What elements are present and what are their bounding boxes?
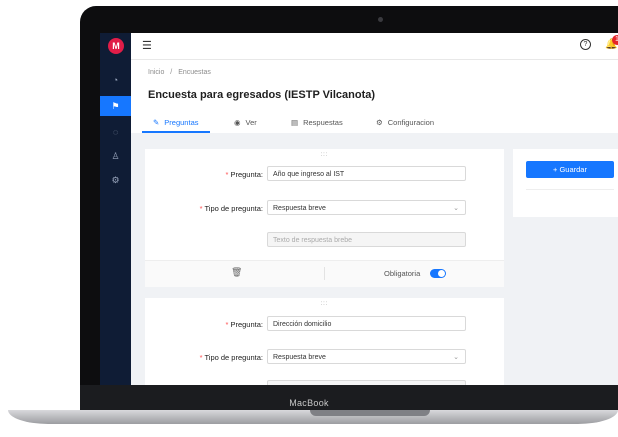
answer-preview-input: Texto de respuesta brebe xyxy=(267,232,466,247)
toggle-knob xyxy=(438,270,445,277)
question-card: ::: * Pregunta: Año que ingreso al IST * T… xyxy=(145,149,504,287)
notification-badge: 1 xyxy=(612,35,618,45)
required-label: Obligatoria xyxy=(384,269,421,278)
actions-card: + Guardar xyxy=(513,149,618,217)
tab-label: Ver xyxy=(245,118,257,127)
required-toggle[interactable] xyxy=(430,269,446,278)
breadcrumb: Inicio / Encuestas xyxy=(148,69,211,76)
chart-icon: ▤ xyxy=(291,118,299,127)
question-type-select[interactable]: Respuesta breve ⌄ xyxy=(267,349,466,364)
breadcrumb-home[interactable]: Inicio xyxy=(148,69,164,76)
select-value: Respuesta breve xyxy=(273,205,326,212)
trash-icon[interactable]: 🗑 xyxy=(231,267,242,278)
help-icon[interactable]: ? xyxy=(580,39,591,50)
save-button[interactable]: + Guardar xyxy=(526,161,614,178)
gear-icon: ⚙ xyxy=(376,118,383,127)
settings-icon[interactable]: ⚙ xyxy=(100,170,131,190)
drag-handle-icon[interactable]: ::: xyxy=(145,152,504,158)
app-screen: M ◔ ⚑ ◌ ♙ ⚙ ☰ ? 🔔 1 ⋮⋮⋮ Inicio / Encuest… xyxy=(100,33,618,385)
tab-ver[interactable]: ◉ Ver xyxy=(234,118,257,127)
top-bar: ☰ ? 🔔 1 ⋮⋮⋮ xyxy=(131,33,618,60)
sidebar: M ◔ ⚑ ◌ ♙ ⚙ xyxy=(100,33,131,385)
question-card: ::: * Pregunta: Dirección domicilio * Tipo… xyxy=(145,298,504,385)
brand-label: MacBook xyxy=(289,398,329,408)
breadcrumb-separator: / xyxy=(170,69,173,76)
active-tab-indicator xyxy=(142,131,210,133)
type-label: * Tipo de pregunta: xyxy=(199,204,263,213)
chat-icon[interactable]: ◌ xyxy=(100,122,131,142)
question-label: * Pregunta: xyxy=(225,170,263,179)
app-logo[interactable]: M xyxy=(108,38,124,54)
edit-icon: ✎ xyxy=(153,118,160,127)
select-value: Respuesta breve xyxy=(273,354,326,361)
chevron-down-icon: ⌄ xyxy=(453,205,459,212)
page-title: Encuesta para egresados (IESTP Vilcanota… xyxy=(148,89,376,101)
divider xyxy=(324,267,325,280)
tab-configuracion[interactable]: ⚙ Configuracion xyxy=(376,118,434,127)
question-footer: 🗑 Obligatoria xyxy=(145,260,504,287)
question-input[interactable]: Año que ingreso al IST xyxy=(267,166,466,181)
tab-respuestas[interactable]: ▤ Respuestas xyxy=(291,118,343,127)
chevron-down-icon: ⌄ xyxy=(453,354,459,361)
breadcrumb-current: Encuestas xyxy=(178,69,211,76)
tab-preguntas[interactable]: ✎ Preguntas xyxy=(153,118,199,127)
user-icon[interactable]: ♙ xyxy=(100,146,131,166)
question-label: * Pregunta: xyxy=(225,320,263,329)
tab-label: Respuestas xyxy=(303,118,343,127)
divider xyxy=(526,189,614,190)
laptop-notch xyxy=(310,410,430,416)
menu-collapse-icon[interactable]: ☰ xyxy=(142,39,152,52)
page-header: Inicio / Encuestas Encuesta para egresad… xyxy=(131,60,618,133)
flag-icon[interactable]: ⚑ xyxy=(100,96,131,116)
drag-handle-icon[interactable]: ::: xyxy=(145,301,504,307)
dashboard-icon[interactable]: ◔ xyxy=(100,70,131,90)
question-type-select[interactable]: Respuesta breve ⌄ xyxy=(267,200,466,215)
tab-label: Preguntas xyxy=(164,118,199,127)
type-label: * Tipo de pregunta: xyxy=(199,353,263,362)
question-input[interactable]: Dirección domicilio xyxy=(267,316,466,331)
eye-icon: ◉ xyxy=(234,118,241,127)
tab-label: Configuracion xyxy=(387,118,435,127)
camera-dot xyxy=(378,17,383,22)
